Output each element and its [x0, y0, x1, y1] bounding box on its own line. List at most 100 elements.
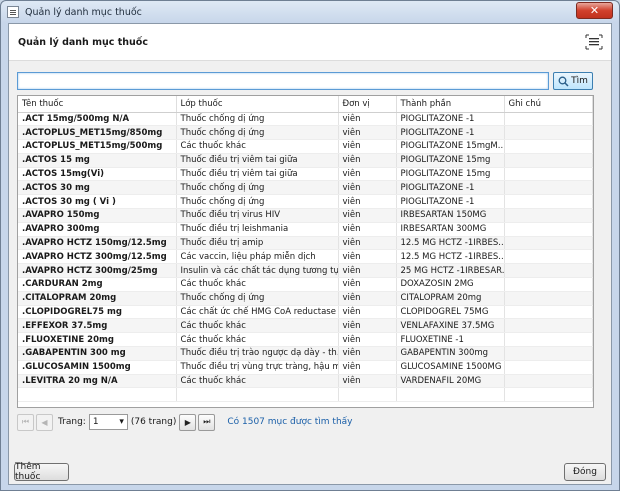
table-row[interactable]: .EFFEXOR 37.5mg Các thuốc khác viên VENLAFA…	[18, 318, 593, 334]
cell-class: Thuốc điều trị viêm tai giữa	[176, 153, 339, 168]
cell-ingredient: 12.5 MG HCTZ -1IRBES...	[396, 236, 505, 251]
cell-name: .FLUOXETINE 20mg	[18, 332, 177, 348]
table-row[interactable]: .AVAPRO HCTZ 300mg/25mg Insulin và các ch…	[18, 263, 593, 279]
table-row[interactable]: .ACTOS 30 mg Thuốc chống dị ứng viên PIOGLI…	[18, 180, 593, 196]
cell-note	[504, 139, 593, 154]
cell-ingredient: IRBESARTAN 300MG	[396, 222, 505, 237]
cell-class: Thuốc điều trị vùng trực tràng, hậu m...	[176, 360, 339, 375]
cell-ingredient: VENLAFAXINE 37.5MG	[396, 318, 505, 334]
cell-unit: viên	[338, 346, 397, 361]
dialog-header: Quản lý danh mục thuốc	[9, 24, 611, 61]
cell-unit: viên	[338, 112, 397, 127]
cell-note	[504, 318, 593, 334]
cell-name: .GLUCOSAMIN 1500mg	[18, 360, 177, 375]
column-header-class[interactable]: Lớp thuốc	[176, 96, 339, 113]
cell-note	[504, 208, 593, 223]
table-row[interactable]	[18, 387, 593, 403]
cell-name: .AVAPRO HCTZ 300mg/25mg	[18, 263, 177, 279]
pagination-bar: ⏮ ◀ Trang: 1 ▾ (76 trang) ▶ ⏭ Có 1507 mụ…	[17, 413, 353, 431]
close-button[interactable]: Đóng	[564, 463, 606, 481]
result-count: Có 1507 mục được tìm thấy	[227, 417, 353, 427]
last-page-button[interactable]: ⏭	[198, 413, 216, 431]
cell-unit: viên	[338, 249, 397, 265]
cell-note	[504, 180, 593, 196]
cell-unit: viên	[338, 139, 397, 154]
cell-ingredient: PIOGLITAZONE -1	[396, 112, 505, 127]
cell-note	[504, 387, 593, 403]
table-row[interactable]: .GABAPENTIN 300 mg Thuốc điều trị trào ng…	[18, 346, 593, 361]
table-row[interactable]: .ACTOS 15mg(Vi) Thuốc điều trị viêm tai g…	[18, 167, 593, 182]
cell-note	[504, 374, 593, 389]
table-row[interactable]: .ACT 15mg/500mg N/A Thuốc chống dị ứng viê…	[18, 112, 593, 127]
cell-ingredient: VARDENAFIL 20MG	[396, 374, 505, 389]
column-header-name[interactable]: Tên thuốc	[18, 96, 177, 113]
cell-ingredient: CITALOPRAM 20mg	[396, 291, 505, 306]
app-icon	[7, 6, 19, 18]
cell-class: Các thuốc khác	[176, 139, 339, 154]
cell-class: Các thuốc khác	[176, 318, 339, 334]
cell-name: .GABAPENTIN 300 mg	[18, 346, 177, 361]
add-drug-button[interactable]: Thêm thuốc	[14, 462, 69, 482]
cell-name: .CARDURAN 2mg	[18, 277, 177, 292]
table-header-row: Tên thuốc Lớp thuốc Đơn vị Thành phần Gh…	[18, 96, 593, 113]
window-close-button[interactable]: ✕	[576, 2, 613, 19]
cell-ingredient: PIOGLITAZONE -1	[396, 125, 505, 141]
cell-unit: viên	[338, 180, 397, 196]
cell-class	[176, 387, 339, 403]
cell-unit: viên	[338, 291, 397, 306]
table-row[interactable]: .AVAPRO 150mg Thuốc điều trị virus HIV viê…	[18, 208, 593, 223]
table-row[interactable]: .AVAPRO HCTZ 300mg/12.5mg Các vaccin, liệ…	[18, 249, 593, 265]
first-page-button[interactable]: ⏮	[17, 413, 34, 431]
cell-class: Các chất ức chế HMG CoA reductase	[176, 305, 339, 320]
cell-note	[504, 167, 593, 182]
cell-unit: viên	[338, 305, 397, 320]
cell-note	[504, 236, 593, 251]
page-select[interactable]: 1 ▾	[88, 414, 128, 430]
cell-class: Insulin và các chất tác dụng tương tự	[176, 263, 339, 279]
cell-class: Thuốc chống dị ứng	[176, 180, 339, 196]
cell-ingredient: FLUOXETINE -1	[396, 332, 505, 348]
table-row[interactable]: .AVAPRO 300mg Thuốc điều trị leishmania vi…	[18, 222, 593, 237]
cell-name: .CLOPIDOGREL75 mg	[18, 305, 177, 320]
table-row[interactable]: .ACTOS 15 mg Thuốc điều trị viêm tai giữa…	[18, 153, 593, 168]
cell-note	[504, 112, 593, 127]
cell-ingredient: PIOGLITAZONE 15mg	[396, 153, 505, 168]
table-row[interactable]: .FLUOXETINE 20mg Các thuốc khác viên FLUOXE…	[18, 332, 593, 348]
cell-unit: viên	[338, 208, 397, 223]
cell-name: .ACTOPLUS_MET15mg/850mg	[18, 125, 177, 141]
column-header-ingredient[interactable]: Thành phần	[396, 96, 505, 113]
cell-ingredient: 12.5 MG HCTZ -1IRBES...	[396, 249, 505, 265]
table-row[interactable]: .ACTOPLUS_MET15mg/500mg Các thuốc khác viê…	[18, 139, 593, 154]
table-row[interactable]: .LEVITRA 20 mg N/A Các thuốc khác viên VARD…	[18, 374, 593, 389]
search-input[interactable]	[17, 72, 549, 90]
search-button[interactable]: Tìm	[553, 72, 593, 90]
table-row[interactable]: .CARDURAN 2mg Các thuốc khác viên DOXAZOSIN…	[18, 277, 593, 292]
cell-unit: viên	[338, 222, 397, 237]
column-header-unit[interactable]: Đơn vị	[338, 96, 397, 113]
prev-page-button[interactable]: ◀	[36, 413, 53, 431]
list-menu-icon[interactable]	[585, 34, 603, 50]
cell-class: Thuốc điều trị amip	[176, 236, 339, 251]
table-row[interactable]: .CLOPIDOGREL75 mg Các chất ức chế HMG CoA…	[18, 305, 593, 320]
cell-ingredient: PIOGLITAZONE -1	[396, 180, 505, 196]
table-row[interactable]: .CITALOPRAM 20mg Thuốc chống dị ứng viên CI…	[18, 291, 593, 306]
page-label: Trang:	[58, 417, 86, 427]
table-row[interactable]: .ACTOPLUS_MET15mg/850mg Thuốc chống dị ứn…	[18, 125, 593, 141]
cell-unit: viên	[338, 153, 397, 168]
column-header-note[interactable]: Ghi chú	[504, 96, 593, 113]
dialog-body: Quản lý danh mục thuốc Tìm Tên thuốc Lớp…	[8, 23, 612, 485]
cell-unit	[338, 387, 397, 403]
cell-ingredient: PIOGLITAZONE 15mg	[396, 167, 505, 182]
cell-note	[504, 305, 593, 320]
cell-note	[504, 277, 593, 292]
app-window: Quản lý danh mục thuốc ✕ Quản lý danh mụ…	[0, 0, 620, 491]
cell-unit: viên	[338, 125, 397, 141]
table-row[interactable]: .AVAPRO HCTZ 150mg/12.5mg Thuốc điều trị …	[18, 236, 593, 251]
cell-note	[504, 291, 593, 306]
table-row[interactable]: .ACTOS 30 mg ( Vi ) Thuốc chống dị ứng viê…	[18, 194, 593, 210]
cell-class: Thuốc chống dị ứng	[176, 112, 339, 127]
cell-unit: viên	[338, 194, 397, 210]
table-row[interactable]: .GLUCOSAMIN 1500mg Thuốc điều trị vùng tr…	[18, 360, 593, 375]
next-page-button[interactable]: ▶	[179, 413, 197, 431]
cell-ingredient: GABAPENTIN 300mg	[396, 346, 505, 361]
